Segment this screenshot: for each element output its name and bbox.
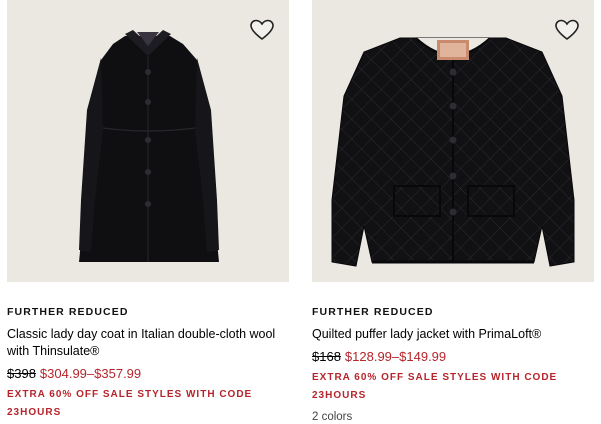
product-image-coat[interactable] bbox=[7, 0, 289, 282]
product-card: FURTHER REDUCED Classic lady day coat in… bbox=[7, 0, 289, 422]
coat-image bbox=[79, 30, 219, 262]
jacket-image bbox=[331, 37, 575, 267]
sale-price: $128.99–$149.99 bbox=[344, 349, 447, 364]
wishlist-heart-icon[interactable] bbox=[554, 18, 580, 42]
further-reduced-flag: FURTHER REDUCED bbox=[312, 306, 434, 318]
wishlist-heart-icon[interactable] bbox=[249, 18, 275, 42]
promo-message: EXTRA 60% OFF SALE STYLES WITH CODE 23HO… bbox=[312, 372, 558, 401]
sale-price: $304.99–$357.99 bbox=[39, 366, 142, 381]
price-block: $168 $128.99–$149.99 bbox=[312, 349, 594, 365]
product-name-link[interactable]: Classic lady day coat in Italian double-… bbox=[7, 326, 287, 360]
product-name-link[interactable]: Quilted puffer lady jacket with PrimaLof… bbox=[312, 326, 592, 343]
price-block: $398 $304.99–$357.99 bbox=[7, 366, 289, 382]
color-count-link[interactable]: 2 colors bbox=[312, 411, 594, 423]
further-reduced-flag: FURTHER REDUCED bbox=[7, 306, 129, 318]
promo-message: EXTRA 60% OFF SALE STYLES WITH CODE 23HO… bbox=[7, 389, 253, 418]
product-image-jacket[interactable] bbox=[312, 0, 594, 282]
product-grid: FURTHER REDUCED Classic lady day coat in… bbox=[0, 0, 601, 424]
original-price: $168 bbox=[312, 349, 341, 364]
product-card: FURTHER REDUCED Quilted puffer lady jack… bbox=[312, 0, 594, 423]
original-price: $398 bbox=[7, 366, 36, 381]
